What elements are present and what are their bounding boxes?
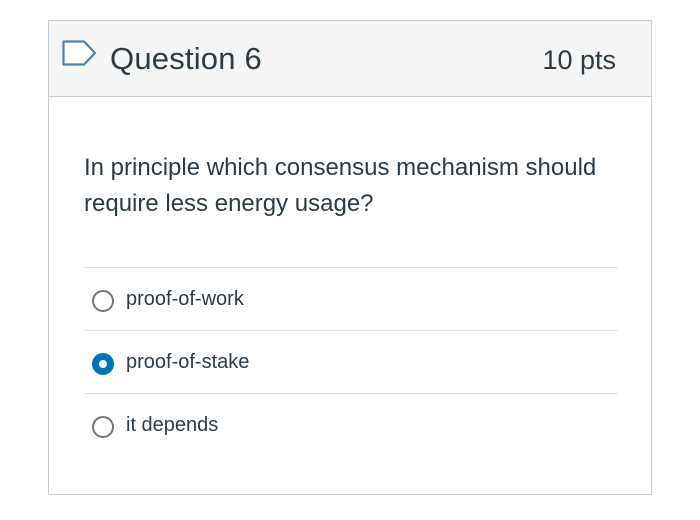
radio-button[interactable]: [92, 416, 114, 438]
question-header: Question 6 10 pts: [49, 21, 651, 97]
answer-option-proof-of-stake[interactable]: proof-of-stake: [84, 331, 618, 394]
answer-label: it depends: [126, 414, 219, 436]
answer-option-proof-of-work[interactable]: proof-of-work: [84, 268, 618, 331]
question-title: Question 6: [110, 41, 262, 76]
radio-button[interactable]: [92, 290, 114, 312]
answer-label: proof-of-stake: [126, 351, 250, 373]
question-card: Question 6 10 pts In principle which con…: [48, 20, 652, 495]
answer-label: proof-of-work: [126, 288, 244, 310]
question-text: In principle which consensus mechanism s…: [84, 154, 597, 217]
question-points: 10 pts: [542, 45, 616, 75]
flag-question-icon[interactable]: [62, 40, 98, 66]
answer-list: proof-of-work proof-of-stake it depends: [84, 267, 618, 457]
radio-button[interactable]: [92, 353, 114, 375]
answer-option-it-depends[interactable]: it depends: [84, 394, 618, 457]
